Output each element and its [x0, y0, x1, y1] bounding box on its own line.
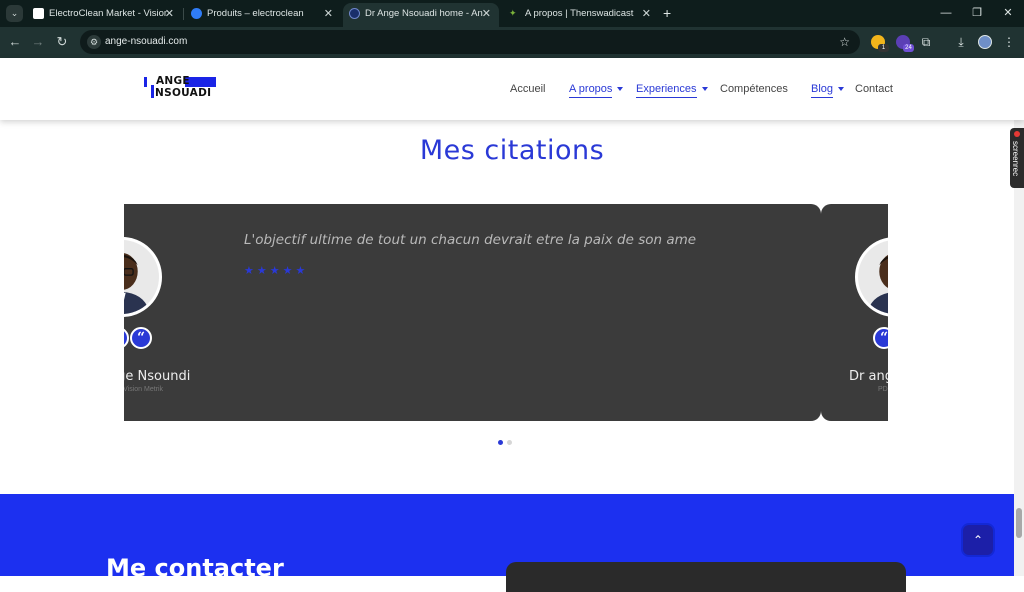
url-text[interactable]: ange-nsouadi.com [105, 30, 187, 54]
forward-arrow-icon[interactable]: → [30, 34, 46, 50]
nav-contact[interactable]: Contact [855, 82, 893, 96]
new-tab-button[interactable]: + [663, 3, 671, 23]
citations-carousel[interactable]: “ “ L'objectif ultime de tout un chacun … [124, 204, 888, 421]
nav-accueil[interactable]: Accueil [510, 82, 545, 96]
author-avatar [124, 237, 162, 317]
site-header: ANGE NSOUADI Accueil A propos Experience… [0, 58, 1024, 120]
extension-2-icon[interactable]: 24 [896, 35, 914, 52]
logo-bar-icon [151, 85, 154, 98]
screenrec-label: screenrec [1011, 141, 1020, 177]
minimize-button[interactable]: — [936, 4, 956, 22]
browser-tab-electroclean-market[interactable]: ElectroClean Market - Vision M ✕ [27, 3, 182, 27]
chevron-down-icon [838, 87, 845, 92]
quote-icon: “ [873, 327, 888, 349]
tab-close-icon[interactable]: ✕ [482, 3, 491, 25]
contact-section: Me contacter [0, 494, 1024, 592]
restore-button[interactable]: ❐ [967, 4, 987, 22]
logo-line2: NSOUADI [155, 87, 212, 99]
reload-icon[interactable]: ↻ [54, 34, 70, 50]
author-role: PDG [878, 386, 888, 393]
rating-stars-icon: ★★★★★ [244, 265, 309, 277]
tab-search-icon[interactable]: ⌄ [6, 5, 23, 22]
contact-title: Me contacter [106, 554, 284, 582]
extension-1-icon[interactable]: 1 [871, 35, 889, 52]
logo-bar-icon [144, 77, 147, 87]
nav-label: A propos [569, 83, 613, 98]
nav-label: Experiences [636, 83, 697, 98]
electroclean-favicon-icon [33, 8, 44, 19]
tab-separator [183, 8, 184, 20]
extension-badge: 1 [878, 44, 889, 52]
electroclean-logo-icon [191, 8, 202, 19]
author-name: Ange Nsoundi [124, 369, 191, 384]
site-logo[interactable]: ANGE NSOUADI [144, 76, 218, 100]
quote-text: L'objectif ultime de tout un chacun devr… [244, 232, 697, 248]
browser-menu-icon[interactable]: ⋮ [1001, 34, 1017, 50]
chevron-down-icon [617, 87, 624, 92]
tab-close-icon[interactable]: ✕ [165, 3, 174, 25]
quote-icon: “ [130, 327, 152, 349]
tab-title: A propos | Thenswadicast [525, 8, 634, 19]
extensions-puzzle-icon[interactable]: ⧉ [918, 34, 934, 50]
author-name: Dr ange Nsoundi [849, 369, 888, 384]
profile-avatar-icon[interactable] [978, 35, 992, 49]
extension-badge: 24 [903, 44, 914, 52]
address-bar[interactable]: ⚙ ange-nsouadi.com ☆ [80, 30, 860, 54]
browser-tab-produits[interactable]: Produits – electroclean ✕ [185, 3, 341, 27]
nav-label: Contact [855, 83, 893, 95]
author-role: CEO Vision Metrik [124, 386, 164, 393]
nav-blog[interactable]: Blog [811, 82, 845, 98]
screenrec-widget[interactable]: screenrec [1010, 128, 1024, 188]
section-title: Mes citations [419, 135, 605, 166]
back-arrow-icon[interactable]: ← [7, 34, 23, 50]
citation-card: “ Dr ange Nsoundi PDG [821, 204, 888, 421]
quote-icon: “ [124, 327, 129, 349]
author-photo [858, 240, 888, 314]
carousel-pagination [498, 440, 518, 446]
nav-label: Compétences [720, 83, 788, 95]
carousel-dot-active[interactable] [498, 440, 503, 445]
browser-toolbar: ← → ↻ ⚙ ange-nsouadi.com ☆ 1 24 ⧉ ⤓ ⋮ [0, 27, 1024, 58]
browser-tab-thenswadicast[interactable]: ✦ A propos | Thenswadicast ✕ [503, 3, 659, 27]
nav-label: Accueil [510, 83, 546, 95]
nav-experiences[interactable]: Experiences [636, 82, 708, 98]
browser-tab-strip: ⌄ ElectroClean Market - Vision M ✕ Produ… [0, 0, 1024, 27]
carousel-dot[interactable] [507, 440, 512, 445]
tab-title: Produits – electroclean [207, 8, 304, 19]
chevron-down-icon [701, 87, 708, 92]
author-photo [124, 240, 159, 314]
scrollbar-thumb[interactable] [1016, 508, 1022, 538]
nav-label: Blog [811, 83, 834, 98]
tab-title: ElectroClean Market - Vision M [49, 8, 167, 19]
contact-panel [506, 562, 906, 592]
bookmark-star-icon[interactable]: ☆ [839, 30, 850, 54]
scroll-to-top-button[interactable]: ⌃ [963, 525, 993, 555]
logo-line1: ANGE [156, 75, 190, 87]
site-info-icon[interactable]: ⚙ [87, 35, 101, 49]
tab-close-icon[interactable]: ✕ [642, 3, 651, 25]
ange-nsouadi-favicon-icon [349, 8, 360, 19]
author-avatar [855, 237, 888, 317]
window-close-button[interactable]: ✕ [998, 4, 1018, 22]
thenswadicast-favicon-icon: ✦ [509, 8, 517, 18]
download-icon[interactable]: ⤓ [953, 34, 969, 50]
record-dot-icon [1014, 131, 1020, 137]
nav-competences[interactable]: Compétences [720, 82, 788, 96]
browser-tab-ange-nsouadi[interactable]: Dr Ange Nsouadi home - Ange ✕ [343, 3, 499, 27]
tab-title: Dr Ange Nsouadi home - Ange [365, 8, 483, 19]
nav-a-propos[interactable]: A propos [569, 82, 624, 98]
tab-close-icon[interactable]: ✕ [324, 3, 333, 25]
citation-card: “ “ L'objectif ultime de tout un chacun … [124, 204, 821, 421]
